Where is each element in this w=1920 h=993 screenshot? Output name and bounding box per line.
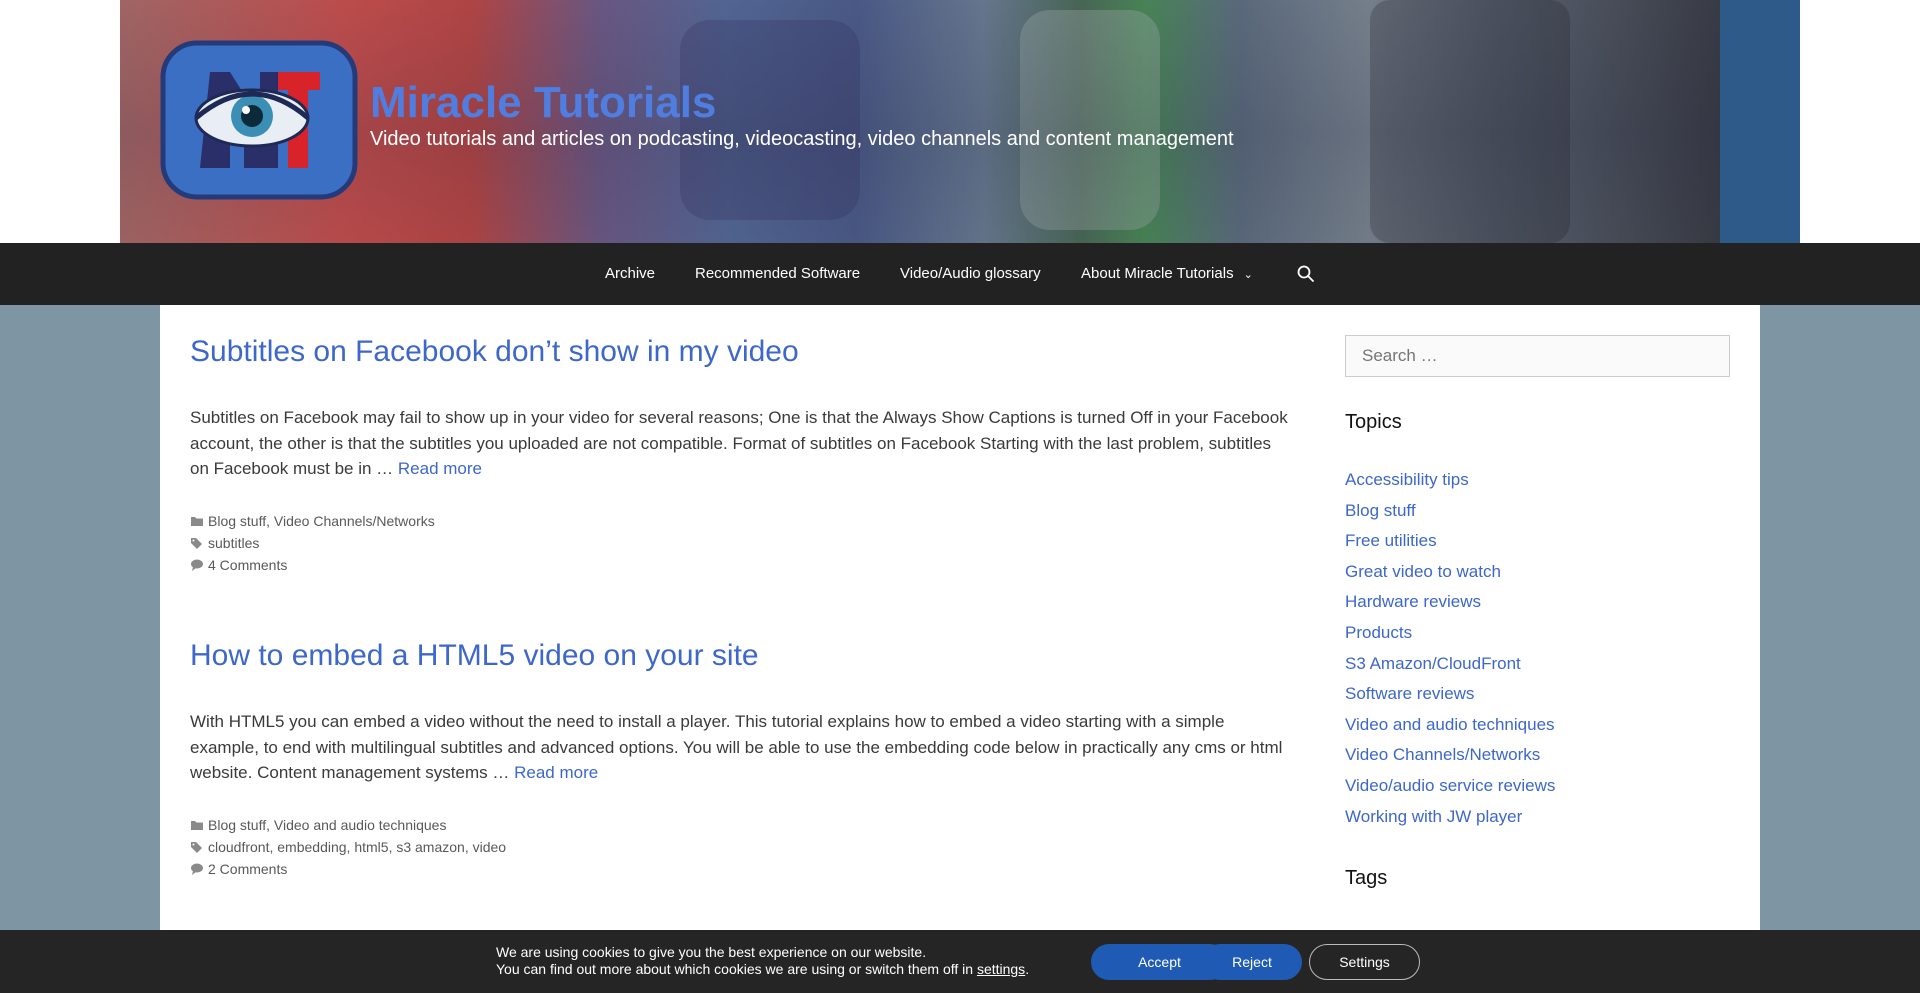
post-excerpt: Subtitles on Facebook may fail to show u… <box>190 405 1290 482</box>
cookie-message-line2-suffix: . <box>1025 961 1030 977</box>
nav-item-video-audio-glossary[interactable]: Video/Audio glossary <box>900 243 1041 305</box>
tag-link[interactable]: video <box>473 836 506 858</box>
cookie-message: We are using cookies to give you the bes… <box>496 944 1029 978</box>
topic-link[interactable]: Video and audio techniques <box>1345 715 1555 734</box>
tags-icon <box>191 841 202 853</box>
post-comments: 4 Comments <box>190 554 1290 576</box>
folder-icon <box>191 516 203 526</box>
post-categories: Blog stuff, Video Channels/Networks <box>190 510 1290 532</box>
post-meta: Blog stuff, Video and audio techniques c… <box>190 814 1290 880</box>
list-item: Products <box>1345 618 1555 649</box>
post-title-link[interactable]: Subtitles on Facebook don’t show in my v… <box>190 335 1290 369</box>
topic-link[interactable]: Great video to watch <box>1345 562 1501 581</box>
category-link[interactable]: Blog stuff <box>208 510 266 532</box>
topic-link[interactable]: S3 Amazon/CloudFront <box>1345 654 1521 673</box>
post-excerpt: With HTML5 you can embed a video without… <box>190 709 1290 786</box>
read-more-link[interactable]: Read more <box>514 763 598 782</box>
tag-link[interactable]: cloudfront <box>208 836 269 858</box>
post-item: How to embed a HTML5 video on your site … <box>190 639 1290 880</box>
post-meta: Blog stuff, Video Channels/Networks subt… <box>190 510 1290 576</box>
cookie-message-line2: You can find out more about which cookie… <box>496 961 1029 978</box>
post-excerpt-text: With HTML5 you can embed a video without… <box>190 712 1283 782</box>
post-comments: 2 Comments <box>190 858 1290 880</box>
comments-link[interactable]: 4 Comments <box>208 554 287 576</box>
tag-link[interactable]: s3 amazon <box>396 836 464 858</box>
nav-item-archive[interactable]: Archive <box>605 243 655 305</box>
reject-button[interactable]: Reject <box>1202 944 1302 980</box>
list-item: Accessibility tips <box>1345 465 1555 496</box>
nav-item-recommended-software[interactable]: Recommended Software <box>695 243 860 305</box>
comments-link[interactable]: 2 Comments <box>208 858 287 880</box>
header-banner-image <box>120 0 1720 243</box>
post-item: Subtitles on Facebook don’t show in my v… <box>190 335 1290 576</box>
list-item: S3 Amazon/CloudFront <box>1345 649 1555 680</box>
cookie-consent-bar: We are using cookies to give you the bes… <box>0 930 1920 993</box>
post-tags: subtitles <box>190 532 1290 554</box>
header-accent-block <box>1720 0 1800 243</box>
comment-icon <box>191 559 203 571</box>
post-title-link[interactable]: How to embed a HTML5 video on your site <box>190 639 1290 673</box>
post-excerpt-text: Subtitles on Facebook may fail to show u… <box>190 408 1288 478</box>
topic-link[interactable]: Products <box>1345 623 1412 642</box>
tags-icon <box>191 537 202 549</box>
list-item: Blog stuff <box>1345 496 1555 527</box>
site-logo[interactable] <box>160 40 358 200</box>
list-item: Software reviews <box>1345 679 1555 710</box>
search-input[interactable] <box>1345 335 1730 377</box>
folder-icon <box>191 820 203 830</box>
chevron-down-icon: ⌄ <box>1243 269 1253 281</box>
nav-item-about-label: About Miracle Tutorials <box>1081 265 1234 282</box>
post-tags: cloudfront, embedding, html5, s3 amazon,… <box>190 836 1290 858</box>
read-more-link[interactable]: Read more <box>398 459 482 478</box>
site-header: Miracle Tutorials Video tutorials and ar… <box>0 0 1920 243</box>
miracle-tutorials-logo-icon <box>160 40 358 200</box>
list-item: Video/audio service reviews <box>1345 771 1555 802</box>
topic-link[interactable]: Blog stuff <box>1345 501 1416 520</box>
main-navigation: Archive Recommended Software Video/Audio… <box>0 243 1920 305</box>
list-item: Video and audio techniques <box>1345 710 1555 741</box>
tag-link[interactable]: embedding <box>277 836 346 858</box>
cookie-settings-link[interactable]: settings <box>977 961 1025 977</box>
nav-item-about[interactable]: About Miracle Tutorials ⌄ <box>1081 243 1253 305</box>
topic-link[interactable]: Accessibility tips <box>1345 470 1469 489</box>
topic-link[interactable]: Video/audio service reviews <box>1345 776 1555 795</box>
cookie-message-line1: We are using cookies to give you the bes… <box>496 944 927 960</box>
category-link[interactable]: Blog stuff <box>208 814 266 836</box>
tags-widget-title: Tags <box>1345 867 1388 889</box>
topics-widget-title: Topics <box>1345 411 1402 433</box>
category-link[interactable]: Video Channels/Networks <box>274 510 435 532</box>
topic-link[interactable]: Hardware reviews <box>1345 592 1481 611</box>
tag-link[interactable]: subtitles <box>208 532 259 554</box>
cookie-settings-button[interactable]: Settings <box>1309 944 1420 980</box>
search-icon[interactable] <box>1296 264 1316 284</box>
topic-link[interactable]: Software reviews <box>1345 684 1474 703</box>
site-title[interactable]: Miracle Tutorials <box>370 78 716 128</box>
site-tagline: Video tutorials and articles on podcasti… <box>370 128 1234 150</box>
list-item: Great video to watch <box>1345 557 1555 588</box>
list-item: Free utilities <box>1345 526 1555 557</box>
post-categories: Blog stuff, Video and audio techniques <box>190 814 1290 836</box>
list-item: Hardware reviews <box>1345 587 1555 618</box>
cookie-message-line2-text: You can find out more about which cookie… <box>496 961 977 977</box>
topic-link[interactable]: Video Channels/Networks <box>1345 745 1540 764</box>
comment-icon <box>191 863 203 875</box>
list-item: Working with JW player <box>1345 802 1555 833</box>
list-item: Video Channels/Networks <box>1345 740 1555 771</box>
category-link[interactable]: Video and audio techniques <box>274 814 447 836</box>
tag-link[interactable]: html5 <box>354 836 388 858</box>
topic-link[interactable]: Free utilities <box>1345 531 1437 550</box>
topic-link[interactable]: Working with JW player <box>1345 807 1522 826</box>
topics-list: Accessibility tips Blog stuff Free utili… <box>1345 465 1555 832</box>
